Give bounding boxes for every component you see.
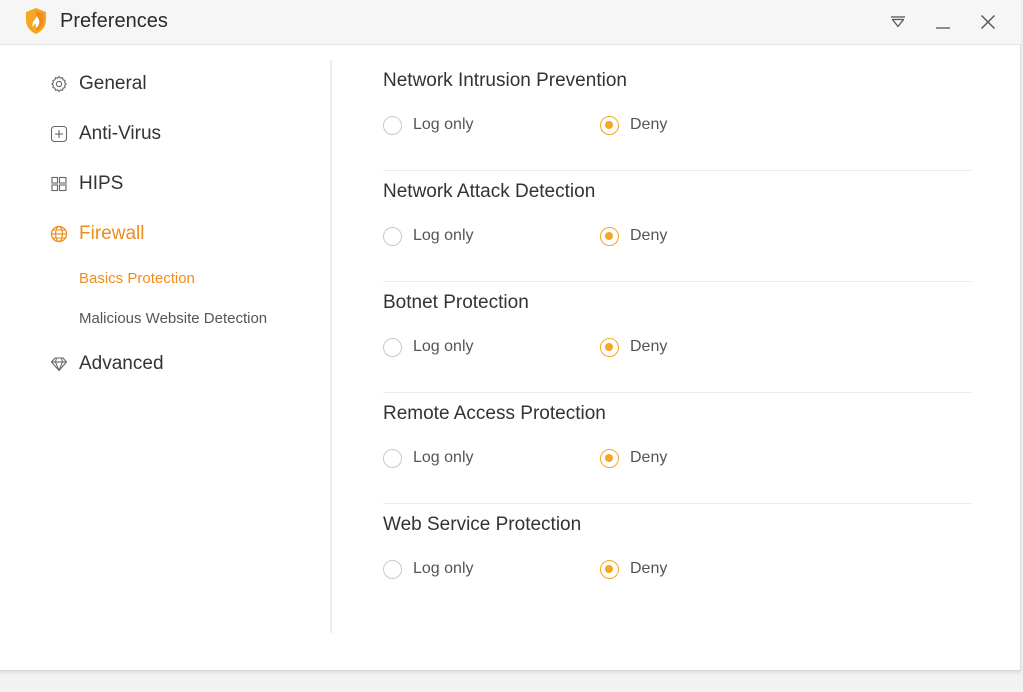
gear-icon <box>49 74 69 94</box>
preferences-window: Preferences General Anti-Virus HIPS Fire… <box>0 0 1021 671</box>
setting-title: Botnet Protection <box>383 292 529 313</box>
close-icon[interactable] <box>974 8 1002 36</box>
setting-title: Web Service Protection <box>383 514 582 535</box>
radio-deny[interactable]: Deny <box>600 114 667 136</box>
radio-button[interactable] <box>383 226 402 246</box>
sidebar-item-label: Anti-Virus <box>79 123 162 144</box>
radio-button[interactable] <box>383 337 402 357</box>
setting-remote-access-protection: Remote Access Protection Log only Deny <box>383 393 972 504</box>
radio-log-only[interactable]: Log only <box>383 558 474 580</box>
setting-title: Network Attack Detection <box>383 181 596 202</box>
radio-deny[interactable]: Deny <box>600 336 667 358</box>
sidebar-subitem-malicious-website-detection[interactable]: Malicious Website Detection <box>79 309 267 329</box>
sidebar-item-firewall[interactable]: Firewall <box>49 220 144 248</box>
radio-label: Deny <box>630 560 668 577</box>
radio-label: Log only <box>413 560 474 577</box>
window-title: Preferences <box>60 10 168 32</box>
radio-deny[interactable]: Deny <box>600 558 667 580</box>
firewall-basics-settings: Network Intrusion Prevention Log only De… <box>383 60 972 615</box>
radio-label: Log only <box>413 449 474 466</box>
minimize-icon[interactable] <box>929 8 957 36</box>
setting-title: Network Intrusion Prevention <box>383 70 627 91</box>
radio-deny[interactable]: Deny <box>600 447 667 469</box>
sidebar-item-label: HIPS <box>79 173 124 194</box>
sidebar-item-label: Firewall <box>79 223 145 244</box>
sidebar-item-advanced[interactable]: Advanced <box>49 350 164 378</box>
sidebar-subitem-basics-protection[interactable]: Basics Protection <box>79 269 195 289</box>
dropdown-icon[interactable] <box>884 8 912 36</box>
radio-button[interactable] <box>600 337 619 357</box>
radio-button[interactable] <box>600 226 619 246</box>
radio-button[interactable] <box>383 559 402 579</box>
sidebar-item-label: General <box>79 73 147 94</box>
setting-botnet-protection: Botnet Protection Log only Deny <box>383 282 972 393</box>
globe-icon <box>49 224 69 244</box>
shield-flame-logo-icon <box>24 7 48 35</box>
setting-web-service-protection: Web Service Protection Log only Deny <box>383 504 972 615</box>
radio-log-only[interactable]: Log only <box>383 447 474 469</box>
radio-label: Deny <box>630 449 668 466</box>
sidebar-item-anti-virus[interactable]: Anti-Virus <box>49 120 161 148</box>
radio-label: Deny <box>630 338 668 355</box>
sidebar-item-label: Advanced <box>79 353 164 374</box>
radio-log-only[interactable]: Log only <box>383 225 474 247</box>
setting-network-intrusion-prevention: Network Intrusion Prevention Log only De… <box>383 60 972 171</box>
radio-label: Deny <box>630 116 668 133</box>
plus-box-icon <box>49 124 69 144</box>
radio-button[interactable] <box>383 115 402 135</box>
sidebar-item-hips[interactable]: HIPS <box>49 170 123 198</box>
sidebar-divider <box>330 60 332 633</box>
diamond-icon <box>49 354 69 374</box>
radio-log-only[interactable]: Log only <box>383 336 474 358</box>
radio-button[interactable] <box>600 115 619 135</box>
title-bar: Preferences <box>0 0 1021 45</box>
windows-icon <box>49 174 69 194</box>
radio-button[interactable] <box>600 559 619 579</box>
radio-deny[interactable]: Deny <box>600 225 667 247</box>
radio-label: Log only <box>413 338 474 355</box>
radio-label: Log only <box>413 116 474 133</box>
setting-network-attack-detection: Network Attack Detection Log only Deny <box>383 171 972 282</box>
radio-button[interactable] <box>383 448 402 468</box>
setting-title: Remote Access Protection <box>383 403 606 424</box>
radio-label: Log only <box>413 227 474 244</box>
radio-log-only[interactable]: Log only <box>383 114 474 136</box>
radio-button[interactable] <box>600 448 619 468</box>
radio-label: Deny <box>630 227 668 244</box>
sidebar-nav: General Anti-Virus HIPS Firewall Basics … <box>0 46 330 636</box>
sidebar-item-general[interactable]: General <box>49 70 147 98</box>
